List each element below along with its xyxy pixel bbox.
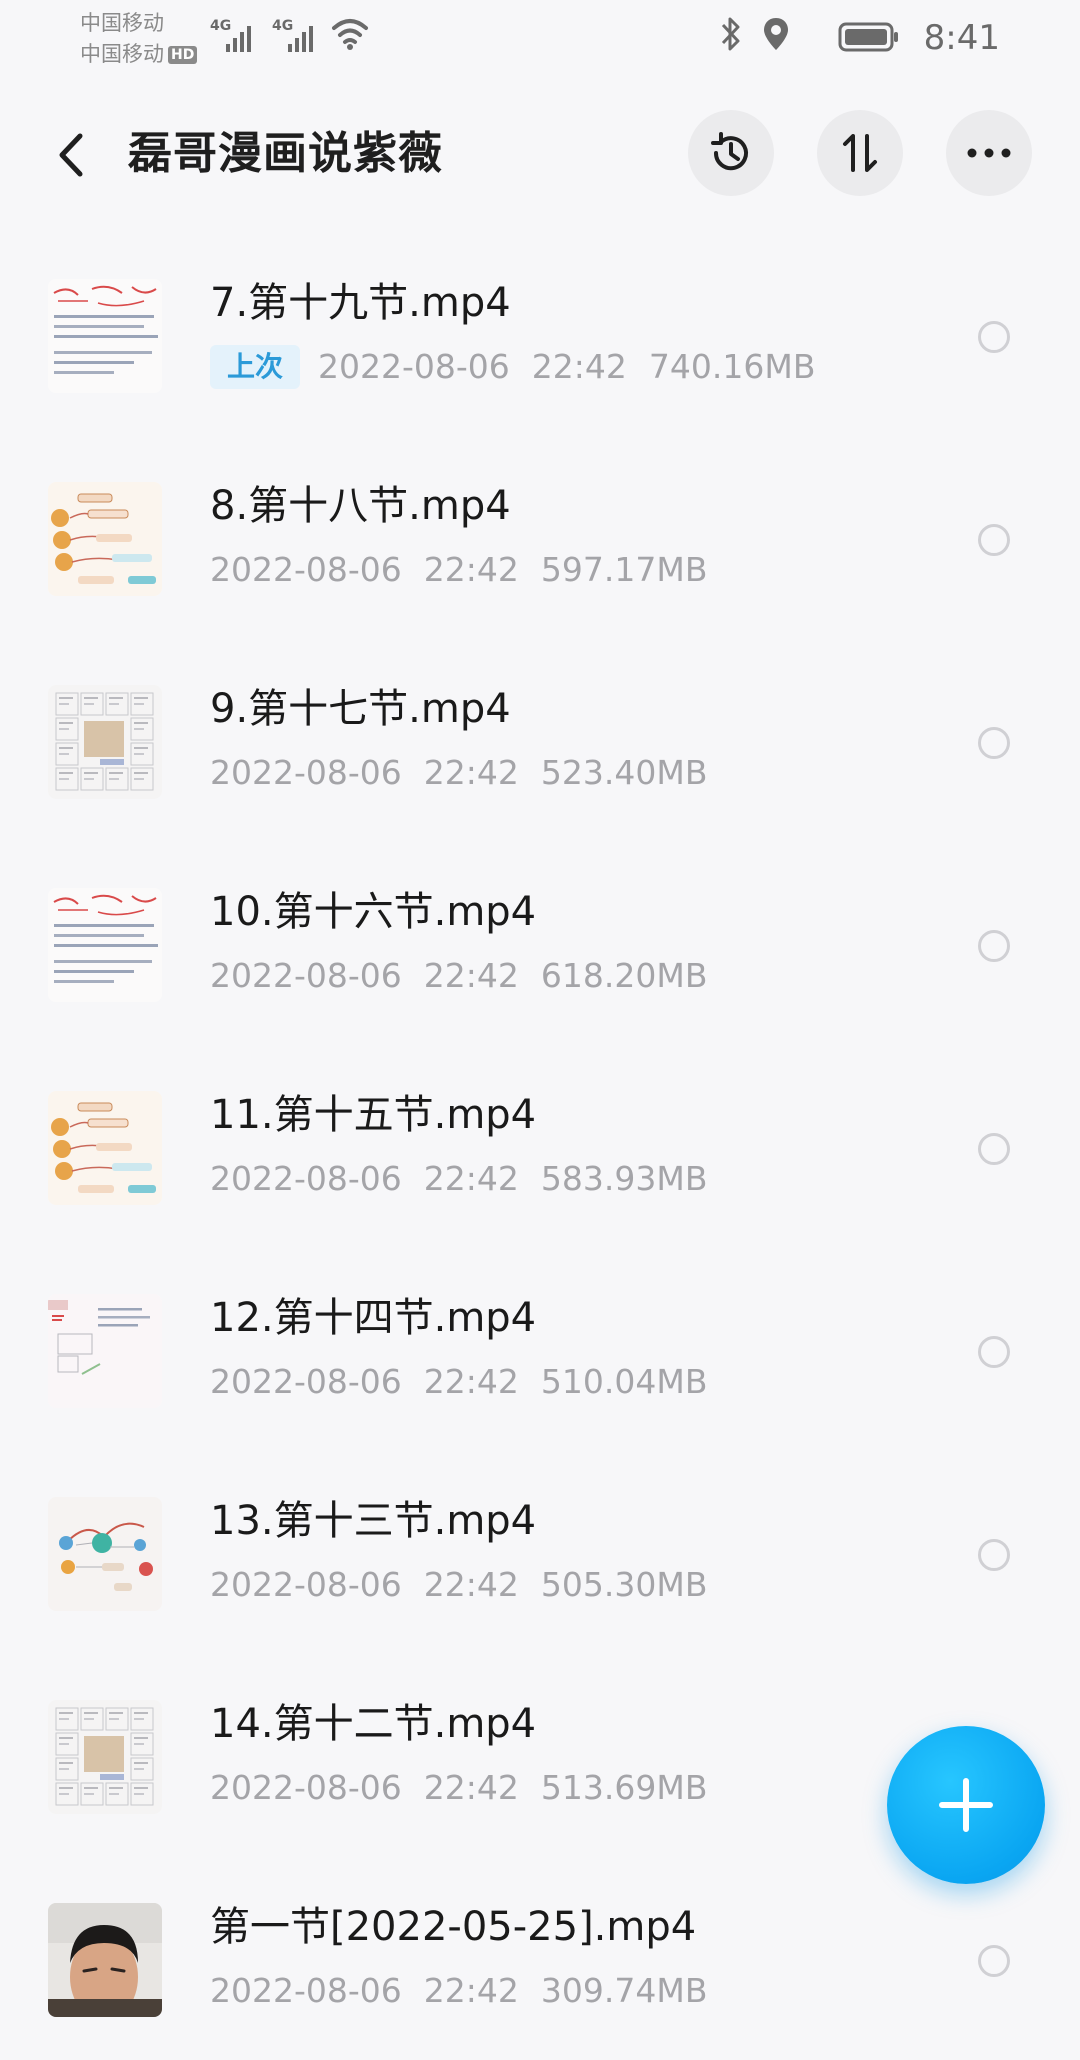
- file-size: 505.30MB: [540, 1565, 708, 1604]
- sort-button[interactable]: [817, 110, 903, 196]
- back-button[interactable]: [48, 128, 96, 182]
- file-meta: 2022-08-06 22:42 510.04MB: [210, 1360, 707, 1404]
- file-row[interactable]: 12.第十四节.mp4 2022-08-06 22:42 510.04MB: [0, 1248, 1080, 1451]
- status-bar: 中国移动 中国移动 HD 4G 4G 8:41: [0, 0, 1080, 78]
- sort-icon: [843, 134, 877, 172]
- video-thumbnail: [48, 279, 162, 393]
- video-thumbnail: [48, 482, 162, 596]
- add-button[interactable]: [887, 1726, 1045, 1884]
- video-thumbnail: [48, 888, 162, 1002]
- last-played-badge: 上次: [210, 345, 301, 389]
- file-row[interactable]: 11.第十五节.mp4 2022-08-06 22:42 583.93MB: [0, 1045, 1080, 1248]
- location-icon: [764, 18, 788, 50]
- file-meta: 2022-08-06 22:42 505.30MB: [210, 1563, 707, 1607]
- file-name: 13.第十三节.mp4: [210, 1498, 537, 1544]
- file-time: 22:42: [531, 347, 627, 386]
- video-thumbnail: [48, 685, 162, 799]
- select-radio[interactable]: [978, 1336, 1010, 1368]
- more-icon: [967, 148, 1011, 158]
- file-name: 10.第十六节.mp4: [210, 889, 537, 935]
- file-time: 22:42: [423, 550, 519, 589]
- back-arrow-icon: [59, 133, 83, 177]
- file-size: 618.20MB: [540, 956, 708, 995]
- file-time: 22:42: [423, 1159, 519, 1198]
- clock: 8:41: [923, 18, 1000, 58]
- file-size: 597.17MB: [540, 550, 708, 589]
- file-size: 510.04MB: [540, 1362, 708, 1401]
- video-thumbnail: [48, 1091, 162, 1205]
- file-date: 2022-08-06: [210, 550, 402, 589]
- more-options-button[interactable]: [946, 110, 1032, 196]
- file-date: 2022-08-06: [210, 956, 402, 995]
- file-size: 740.16MB: [648, 347, 816, 386]
- wifi-icon: [332, 19, 368, 50]
- file-time: 22:42: [423, 1971, 519, 2010]
- carrier-label-2: 中国移动: [80, 42, 164, 66]
- bluetooth-icon: [721, 17, 740, 51]
- video-thumbnail: [48, 1903, 162, 2017]
- file-date: 2022-08-06: [318, 347, 510, 386]
- file-meta: 2022-08-06 22:42 309.74MB: [210, 1969, 707, 2013]
- file-time: 22:42: [423, 753, 519, 792]
- file-date: 2022-08-06: [210, 753, 402, 792]
- file-name: 12.第十四节.mp4: [210, 1295, 537, 1341]
- signal-bars-icon: [288, 26, 313, 52]
- file-name: 7.第十九节.mp4: [210, 280, 511, 326]
- file-size: 513.69MB: [540, 1768, 708, 1807]
- plus-icon: [939, 1778, 993, 1832]
- file-date: 2022-08-06: [210, 1768, 402, 1807]
- file-size: 309.74MB: [540, 1971, 708, 2010]
- file-date: 2022-08-06: [210, 1565, 402, 1604]
- file-meta: 2022-08-06 22:42 618.20MB: [210, 954, 707, 998]
- hd-badge: HD: [168, 46, 198, 64]
- file-meta: 2022-08-06 22:42 513.69MB: [210, 1766, 707, 1810]
- signal-bars-icon: [226, 26, 251, 52]
- history-icon: [711, 132, 748, 171]
- file-size: 583.93MB: [540, 1159, 708, 1198]
- file-row[interactable]: 第一节[2022-05-25].mp4 2022-08-06 22:42 309.74…: [0, 1857, 1080, 2060]
- select-radio[interactable]: [978, 1945, 1010, 1977]
- carrier-label-1: 中国移动: [80, 11, 164, 35]
- file-date: 2022-08-06: [210, 1362, 402, 1401]
- carrier-info: 中国移动 中国移动 HD: [80, 8, 198, 70]
- file-row[interactable]: 13.第十三节.mp4 2022-08-06 22:42 505.30MB: [0, 1451, 1080, 1654]
- file-name: 14.第十二节.mp4: [210, 1701, 537, 1747]
- select-radio[interactable]: [978, 727, 1010, 759]
- battery-icon: [838, 22, 898, 52]
- video-thumbnail: [48, 1700, 162, 1814]
- file-size: 523.40MB: [540, 753, 708, 792]
- file-date: 2022-08-06: [210, 1971, 402, 2010]
- file-meta: 2022-08-06 22:42 597.17MB: [210, 548, 707, 592]
- select-radio[interactable]: [978, 321, 1010, 353]
- select-radio[interactable]: [978, 1133, 1010, 1165]
- file-name: 第一节[2022-05-25].mp4: [210, 1904, 697, 1950]
- file-name: 11.第十五节.mp4: [210, 1092, 537, 1138]
- file-date: 2022-08-06: [210, 1159, 402, 1198]
- file-time: 22:42: [423, 1362, 519, 1401]
- file-time: 22:42: [423, 956, 519, 995]
- file-row[interactable]: 9.第十七节.mp4 2022-08-06 22:42 523.40MB: [0, 639, 1080, 842]
- page-title: 磊哥漫画说紫薇: [128, 128, 443, 179]
- file-row[interactable]: 10.第十六节.mp4 2022-08-06 22:42 618.20MB: [0, 842, 1080, 1045]
- select-radio[interactable]: [978, 1539, 1010, 1571]
- file-meta: 上次 2022-08-06 22:42 740.16MB: [210, 345, 816, 389]
- select-radio[interactable]: [978, 930, 1010, 962]
- file-row[interactable]: 7.第十九节.mp4 上次 2022-08-06 22:42 740.16MB: [0, 233, 1080, 436]
- file-meta: 2022-08-06 22:42 583.93MB: [210, 1157, 707, 1201]
- video-thumbnail: [48, 1294, 162, 1408]
- video-thumbnail: [48, 1497, 162, 1611]
- file-row[interactable]: 8.第十八节.mp4 2022-08-06 22:42 597.17MB: [0, 436, 1080, 639]
- file-name: 9.第十七节.mp4: [210, 686, 511, 732]
- select-radio[interactable]: [978, 524, 1010, 556]
- history-button[interactable]: [688, 110, 774, 196]
- file-meta: 2022-08-06 22:42 523.40MB: [210, 751, 707, 795]
- file-name: 8.第十八节.mp4: [210, 483, 511, 529]
- app-header: 磊哥漫画说紫薇: [0, 100, 1080, 210]
- file-time: 22:42: [423, 1565, 519, 1604]
- file-time: 22:42: [423, 1768, 519, 1807]
